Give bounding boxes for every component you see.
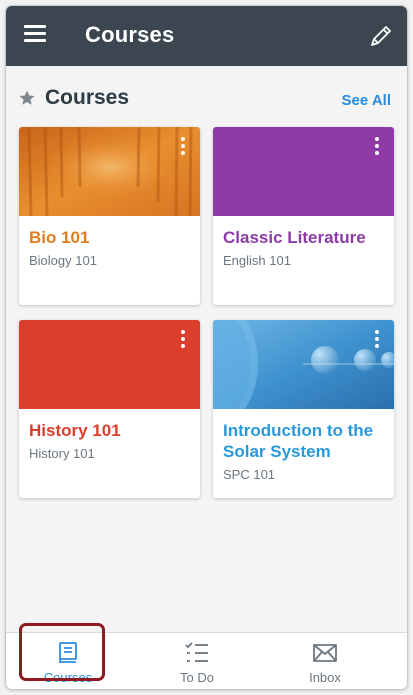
course-card-history-101[interactable]: History 101 History 101 bbox=[19, 320, 200, 498]
todo-checklist-icon bbox=[185, 642, 208, 662]
nav-label: Inbox bbox=[309, 670, 341, 685]
nav-tab-courses[interactable]: Courses bbox=[23, 633, 113, 689]
course-name: Introduction to the Solar System bbox=[223, 421, 374, 461]
course-card-solar-system[interactable]: Introduction to the Solar System SPC 101 bbox=[213, 320, 394, 498]
hamburger-menu-icon[interactable] bbox=[24, 25, 48, 47]
bottom-navigation: Courses To Do Inbox bbox=[6, 632, 407, 689]
star-icon[interactable] bbox=[18, 89, 36, 107]
nav-tab-todo[interactable]: To Do bbox=[152, 633, 242, 689]
section-title: Courses bbox=[45, 86, 130, 109]
course-name: Bio 101 bbox=[29, 228, 90, 247]
course-code: History 101 bbox=[29, 446, 95, 461]
pencil-icon[interactable] bbox=[367, 22, 395, 50]
course-card-banner bbox=[213, 320, 394, 409]
course-card-bio-101[interactable]: Bio 101 Biology 101 bbox=[19, 127, 200, 305]
course-code: Biology 101 bbox=[29, 253, 97, 268]
course-card-banner bbox=[19, 127, 200, 216]
app-bar: Courses bbox=[6, 6, 407, 66]
courses-book-icon bbox=[59, 642, 77, 663]
card-options-icon[interactable] bbox=[180, 137, 186, 157]
course-name: History 101 bbox=[29, 421, 121, 440]
course-code: English 101 bbox=[223, 253, 291, 268]
course-card-banner bbox=[19, 320, 200, 409]
inbox-envelope-icon bbox=[313, 644, 337, 662]
card-options-icon[interactable] bbox=[374, 330, 380, 350]
card-options-icon[interactable] bbox=[180, 330, 186, 350]
nav-tab-inbox[interactable]: Inbox bbox=[280, 633, 370, 689]
course-card-classic-literature[interactable]: Classic Literature English 101 bbox=[213, 127, 394, 305]
nav-label: To Do bbox=[180, 670, 214, 685]
see-all-link[interactable]: See All bbox=[342, 92, 391, 109]
nav-label: Courses bbox=[43, 670, 93, 685]
courses-section-header: Courses See All bbox=[6, 84, 407, 116]
course-card-banner bbox=[213, 127, 394, 216]
app-window: Courses Courses See All Bio 101 Biology … bbox=[6, 6, 407, 689]
card-options-icon[interactable] bbox=[374, 137, 380, 157]
app-bar-title: Courses bbox=[85, 22, 175, 47]
course-name: Classic Literature bbox=[223, 228, 366, 247]
course-code: SPC 101 bbox=[223, 467, 276, 482]
